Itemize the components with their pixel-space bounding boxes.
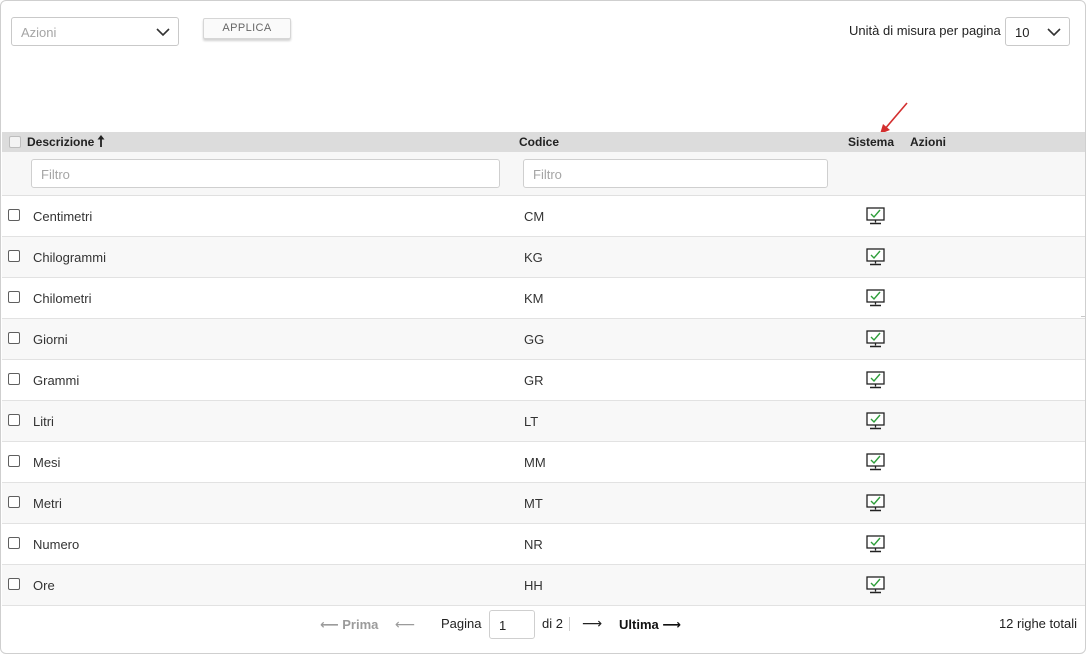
next-page-arrow-icon[interactable]: ⟶ [582, 615, 602, 632]
monitor-check-icon [866, 330, 885, 348]
row-code: NR [524, 537, 543, 552]
row-description: Metri [33, 496, 62, 511]
column-header-system[interactable]: Sistema [848, 135, 894, 149]
monitor-check-icon [866, 371, 885, 389]
row-code: KM [524, 291, 544, 306]
table-row[interactable]: Ore HH [2, 565, 1085, 606]
per-page-select[interactable]: 10 [1005, 17, 1070, 46]
monitor-check-icon [866, 248, 885, 266]
row-checkbox[interactable] [8, 578, 20, 590]
filter-row: Filtro Filtro [2, 152, 1085, 196]
page-number-input[interactable]: 1 [489, 610, 535, 639]
bulk-actions-placeholder: Azioni [21, 25, 57, 40]
row-checkbox[interactable] [8, 537, 20, 549]
row-checkbox[interactable] [8, 209, 20, 221]
page-count-label: di 2 [542, 616, 563, 631]
row-description: Giorni [33, 332, 68, 347]
row-description: Centimetri [33, 209, 93, 224]
chevron-down-icon [156, 28, 170, 37]
scroll-tick [1081, 316, 1085, 317]
monitor-check-icon [866, 576, 885, 594]
chevron-down-icon [1047, 28, 1061, 37]
row-description: Grammi [33, 373, 80, 388]
select-all-checkbox[interactable] [9, 136, 21, 148]
row-description: Litri [33, 414, 54, 429]
code-filter-placeholder: Filtro [533, 167, 562, 182]
first-page-link[interactable]: ⟵ Prima [320, 617, 378, 633]
row-code: HH [524, 578, 543, 593]
description-filter-input[interactable]: Filtro [31, 159, 500, 188]
row-code: GR [524, 373, 544, 388]
row-description: Chilometri [33, 291, 92, 306]
pagination-divider [569, 617, 570, 631]
monitor-check-icon [866, 207, 885, 225]
row-code: LT [524, 414, 539, 429]
row-checkbox[interactable] [8, 250, 20, 262]
apply-button[interactable]: APPLICA [203, 18, 291, 39]
row-code: MM [524, 455, 546, 470]
monitor-check-icon [866, 453, 885, 471]
row-code: MT [524, 496, 543, 511]
sort-ascending-arrow-icon [97, 135, 105, 147]
row-code: KG [524, 250, 543, 265]
row-checkbox[interactable] [8, 373, 20, 385]
description-filter-placeholder: Filtro [41, 167, 70, 182]
column-header-actions: Azioni [910, 135, 946, 149]
last-page-link[interactable]: Ultima ⟶ [619, 617, 681, 633]
table-header: Descrizione Codice Sistema Azioni [2, 132, 1085, 152]
unit-of-measure-grid: Azioni APPLICA Unità di misura per pagin… [0, 0, 1086, 654]
table-row[interactable]: Litri LT [2, 401, 1085, 442]
bulk-actions-select[interactable]: Azioni [11, 17, 179, 46]
row-checkbox[interactable] [8, 332, 20, 344]
row-code: CM [524, 209, 545, 224]
row-description: Mesi [33, 455, 61, 470]
page-number-value: 1 [499, 618, 507, 633]
monitor-check-icon [866, 494, 885, 512]
monitor-check-icon [866, 289, 885, 307]
code-filter-input[interactable]: Filtro [523, 159, 828, 188]
table-row[interactable]: Centimetri CM [2, 196, 1085, 237]
row-description: Ore [33, 578, 55, 593]
table-row[interactable]: Metri MT [2, 483, 1085, 524]
row-code: GG [524, 332, 545, 347]
total-rows-label: 12 righe totali [998, 616, 1077, 631]
per-page-value: 10 [1015, 25, 1030, 40]
column-header-description[interactable]: Descrizione [27, 135, 105, 149]
pagination-bar: ⟵ Prima ⟵ Pagina 1 di 2 ⟶ Ultima ⟶ 12 ri… [2, 605, 1085, 653]
row-description: Numero [33, 537, 80, 552]
table-row[interactable]: Mesi MM [2, 442, 1085, 483]
per-page-label: Unità di misura per pagina [849, 23, 1001, 38]
page-label: Pagina [441, 616, 482, 631]
column-header-description-label: Descrizione [27, 135, 95, 149]
table-row[interactable]: Giorni GG [2, 319, 1085, 360]
table-row[interactable]: Chilometri KM [2, 278, 1085, 319]
column-header-code[interactable]: Codice [519, 135, 559, 149]
row-checkbox[interactable] [8, 291, 20, 303]
row-description: Chilogrammi [33, 250, 106, 265]
row-checkbox[interactable] [8, 455, 20, 467]
monitor-check-icon [866, 412, 885, 430]
monitor-check-icon [866, 535, 885, 553]
table-row[interactable]: Numero NR [2, 524, 1085, 565]
row-checkbox[interactable] [8, 414, 20, 426]
previous-page-arrow-icon[interactable]: ⟵ [395, 616, 415, 633]
table-row[interactable]: Chilogrammi KG [2, 237, 1085, 278]
table-row[interactable]: Grammi GR [2, 360, 1085, 401]
row-checkbox[interactable] [8, 496, 20, 508]
